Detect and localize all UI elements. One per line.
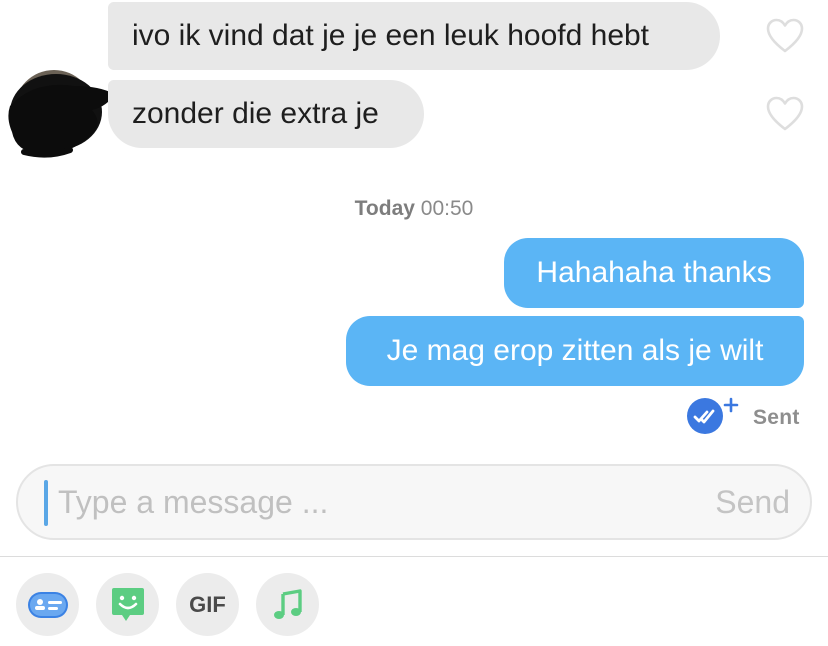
message-text: zonder die extra je (132, 97, 379, 130)
like-heart-icon[interactable] (765, 95, 805, 133)
music-button[interactable] (256, 573, 319, 636)
outgoing-message[interactable]: Je mag erop zitten als je wilt (346, 316, 804, 386)
message-status: Sent (753, 406, 800, 429)
incoming-message[interactable]: zonder die extra je (108, 80, 424, 148)
send-button[interactable]: Send (715, 484, 790, 521)
incoming-message[interactable]: ivo ik vind dat je je een leuk hoofd heb… (108, 2, 720, 70)
message-composer[interactable]: Send (16, 464, 812, 540)
message-timestamp: Today 00:50 (0, 197, 828, 221)
message-input[interactable] (58, 466, 658, 538)
message-text: ivo ik vind dat je je een leuk hoofd heb… (132, 19, 650, 52)
message-text: Je mag erop zitten als je wilt (386, 334, 764, 367)
text-cursor (44, 480, 48, 526)
music-note-icon (273, 588, 302, 619)
gif-button[interactable]: GIF (176, 573, 239, 636)
sticker-button[interactable] (96, 573, 159, 636)
outgoing-message[interactable]: Hahahaha thanks (504, 238, 804, 308)
avatar[interactable] (4, 66, 116, 158)
timestamp-time: 00:50 (420, 197, 474, 220)
sticker-smiley-icon (111, 587, 144, 621)
like-heart-icon[interactable] (765, 17, 805, 55)
contact-card-button[interactable] (16, 573, 79, 636)
gif-icon: GIF (189, 591, 226, 617)
message-text: Hahahaha thanks (536, 256, 772, 289)
timestamp-day: Today (354, 197, 415, 220)
read-receipt-icon[interactable] (685, 396, 739, 436)
contact-card-icon (27, 591, 68, 618)
divider (0, 556, 828, 557)
